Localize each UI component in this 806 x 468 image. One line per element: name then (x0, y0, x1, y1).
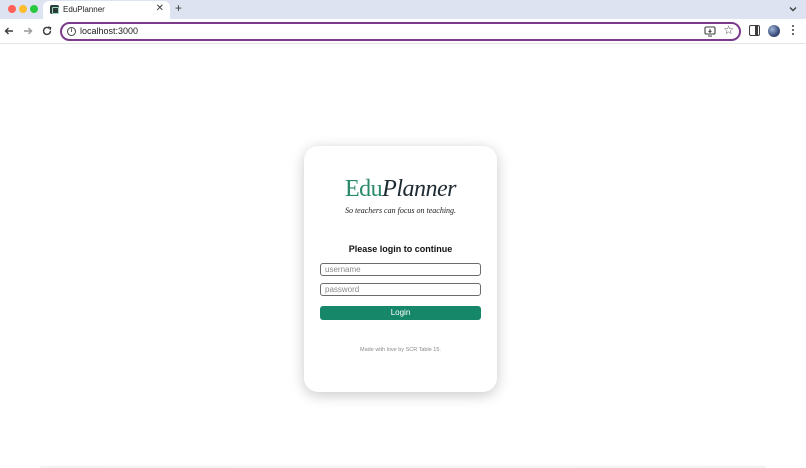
logo-planner-text: Planner (382, 176, 456, 202)
browser-toolbar: i localhost:3000 ☆ (0, 19, 806, 44)
login-heading: Please login to continue (348, 244, 453, 254)
footer-credit: Made with love by SCR Table 15. (360, 347, 441, 353)
window-close-button[interactable] (8, 5, 16, 13)
tab-close-icon[interactable]: ✕ (156, 3, 164, 15)
install-app-icon[interactable] (704, 26, 716, 37)
address-url[interactable]: localhost:3000 (80, 26, 138, 37)
eduplanner-favicon-icon (50, 5, 59, 14)
bottom-edge-shadow (40, 464, 766, 468)
browser-menu-kebab-icon[interactable] (791, 25, 795, 38)
eduplanner-logo: EduPlanner (304, 176, 497, 205)
page-viewport: EduPlanner So teachers can focus on teac… (0, 45, 806, 468)
tab-search-chevron-icon[interactable] (787, 3, 799, 15)
address-bar[interactable]: i localhost:3000 ☆ (60, 22, 741, 41)
password-input[interactable] (320, 283, 481, 296)
back-arrow-icon[interactable] (3, 25, 15, 37)
login-button[interactable]: Login (320, 306, 481, 320)
window-zoom-button[interactable] (30, 5, 38, 13)
site-info-icon[interactable]: i (67, 27, 76, 36)
side-panel-icon[interactable] (749, 25, 760, 36)
bookmark-star-icon[interactable]: ☆ (723, 24, 734, 37)
login-card: EduPlanner So teachers can focus on teac… (304, 146, 497, 392)
reload-icon[interactable] (41, 25, 53, 37)
browser-tab-active[interactable]: EduPlanner ✕ (43, 1, 170, 19)
username-input[interactable] (320, 263, 481, 276)
forward-arrow-icon[interactable] (22, 25, 34, 37)
browser-tab-strip: EduPlanner ✕ + (0, 0, 806, 19)
logo-tagline: So teachers can focus on teaching. (344, 206, 457, 215)
window-minimize-button[interactable] (19, 5, 27, 13)
new-tab-button[interactable]: + (175, 2, 182, 15)
profile-avatar[interactable] (768, 25, 780, 37)
logo-edu-text: Edu (345, 176, 383, 202)
tab-title: EduPlanner (63, 5, 105, 14)
